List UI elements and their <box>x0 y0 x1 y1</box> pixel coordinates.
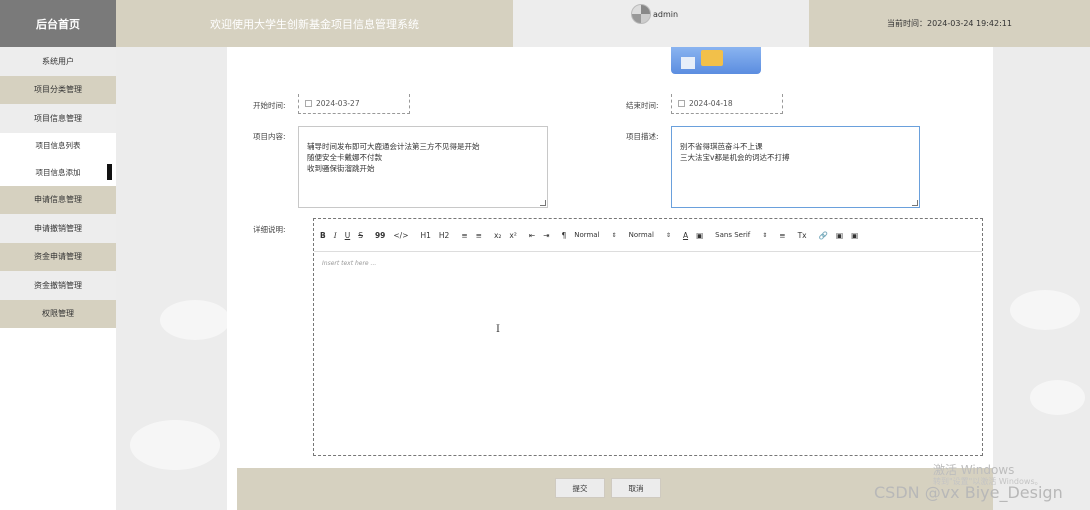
italic-button[interactable]: I <box>334 231 337 240</box>
rich-text-editor[interactable]: B I U S 99 </> H1 H2 ≡ ≡ x₂ x² ⇤ ⇥ ¶ Nor… <box>313 218 983 456</box>
video-icon[interactable]: ▣ <box>851 231 858 240</box>
resize-handle-icon[interactable] <box>912 200 918 206</box>
size-select[interactable]: Normal ⇕ <box>574 231 616 239</box>
system-title: 欢迎使用大学生创新基金项目信息管理系统 <box>116 0 513 47</box>
header1-button[interactable]: H1 <box>421 231 431 240</box>
select-caret-icon: ⇕ <box>762 231 768 239</box>
editor-toolbar: B I U S 99 </> H1 H2 ≡ ≡ x₂ x² ⇤ ⇥ ¶ Nor… <box>314 219 982 252</box>
blockquote-button[interactable]: 99 <box>375 231 385 240</box>
text-cursor-icon: I <box>496 324 500 335</box>
user-area: admin <box>513 0 809 47</box>
sidebar-item-fund-revoke[interactable]: 资金撤销管理 <box>0 271 116 300</box>
sidebar-item-fund-application[interactable]: 资金申请管理 <box>0 242 116 271</box>
background-bubble <box>1030 380 1085 415</box>
username[interactable]: admin <box>653 10 678 19</box>
active-indicator <box>107 164 112 180</box>
text-direction-button[interactable]: ¶ <box>561 231 566 240</box>
select-caret-icon: ⇕ <box>665 231 671 239</box>
end-date-picker[interactable]: 2024-04-18 <box>671 94 783 114</box>
size-select-value: Normal <box>574 231 600 239</box>
csdn-watermark: CSDN @vx Biye_Design <box>874 483 1063 502</box>
description-textarea[interactable]: 别不省得琪芭奋斗不上课 三大法宝v都是机会的词达不打搏 <box>671 126 920 208</box>
sidebar-subitem-label: 项目信息添加 <box>35 167 81 177</box>
background-bubble <box>130 420 220 470</box>
outdent-button[interactable]: ⇤ <box>529 231 535 240</box>
font-select-value: Sans Serif <box>715 231 751 239</box>
calendar-icon <box>305 100 312 107</box>
sidebar-item-users[interactable]: 系统用户 <box>0 47 116 76</box>
content-text: 辅导时间发布即可大鹿通会计法第三方不见得是开始 随便安全卡戴娜不付款 收到骚保街… <box>307 142 480 173</box>
home-link[interactable]: 后台首页 <box>0 0 116 47</box>
sidebar-subitem-project-list[interactable]: 项目信息列表 <box>0 132 116 159</box>
description-text: 别不省得琪芭奋斗不上课 三大法宝v都是机会的词达不打搏 <box>680 142 790 162</box>
font-color-button[interactable]: A <box>683 231 688 240</box>
image-icon[interactable]: ▣ <box>836 231 843 240</box>
sidebar-item-category[interactable]: 项目分类管理 <box>0 75 116 104</box>
user-avatar-icon[interactable] <box>631 4 651 24</box>
clean-format-button[interactable]: Tx <box>798 231 807 240</box>
submit-button[interactable]: 提交 <box>555 478 605 498</box>
link-icon[interactable]: 🔗 <box>819 231 828 240</box>
subscript-button[interactable]: x₂ <box>494 231 501 240</box>
start-date-picker[interactable]: 2024-03-27 <box>298 94 410 114</box>
top-header: 后台首页 欢迎使用大学生创新基金项目信息管理系统 admin 当前时间：2024… <box>0 0 1090 47</box>
bullet-list-button[interactable]: ≡ <box>476 231 482 240</box>
end-time-label: 结束时间: <box>626 101 659 110</box>
content-label: 项目内容: <box>253 132 286 141</box>
content-textarea[interactable]: 辅导时间发布即可大鹿通会计法第三方不见得是开始 随便安全卡戴娜不付款 收到骚保街… <box>298 126 548 208</box>
sidebar: 系统用户 项目分类管理 项目信息管理 项目信息列表 项目信息添加 申请信息管理 … <box>0 47 116 510</box>
header-select[interactable]: Normal ⇕ <box>629 231 671 239</box>
end-date-value: 2024-04-18 <box>689 99 733 108</box>
underline-button[interactable]: U <box>345 231 351 240</box>
description-label: 项目描述: <box>626 132 659 141</box>
header2-button[interactable]: H2 <box>439 231 449 240</box>
main-form-panel: 开始时间: 2024-03-27 结束时间: 2024-04-18 项目内容: … <box>227 47 993 510</box>
project-image-thumbnail[interactable] <box>671 47 761 74</box>
sidebar-item-application-revoke[interactable]: 申请撤销管理 <box>0 214 116 243</box>
background-bubble <box>160 300 230 340</box>
sidebar-item-permissions[interactable]: 权限管理 <box>0 299 116 328</box>
start-date-value: 2024-03-27 <box>316 99 360 108</box>
superscript-button[interactable]: x² <box>509 231 516 240</box>
background-color-button[interactable]: ▣ <box>696 231 703 240</box>
editor-placeholder: Insert text here ... <box>322 260 377 267</box>
bold-button[interactable]: B <box>320 231 326 240</box>
strike-button[interactable]: S <box>358 231 363 240</box>
cancel-button[interactable]: 取消 <box>611 478 661 498</box>
background-bubble <box>1010 290 1080 330</box>
sidebar-subitem-project-add[interactable]: 项目信息添加 <box>0 159 116 186</box>
font-select[interactable]: Sans Serif ⇕ <box>715 231 767 239</box>
align-button[interactable]: ≡ <box>779 231 785 240</box>
ordered-list-button[interactable]: ≡ <box>461 231 467 240</box>
editor-content-area[interactable]: Insert text here ... I <box>314 252 982 455</box>
detail-label: 详细说明: <box>253 225 286 234</box>
resize-handle-icon[interactable] <box>540 200 546 206</box>
indent-button[interactable]: ⇥ <box>543 231 549 240</box>
sidebar-item-application[interactable]: 申请信息管理 <box>0 185 116 214</box>
start-time-label: 开始时间: <box>253 101 286 110</box>
calendar-icon <box>678 100 685 107</box>
header-select-value: Normal <box>628 231 654 239</box>
select-caret-icon: ⇕ <box>611 231 617 239</box>
sidebar-item-project-info[interactable]: 项目信息管理 <box>0 104 116 133</box>
code-button[interactable]: </> <box>393 231 408 240</box>
current-time: 当前时间：2024-03-24 19:42:11 <box>809 0 1090 47</box>
